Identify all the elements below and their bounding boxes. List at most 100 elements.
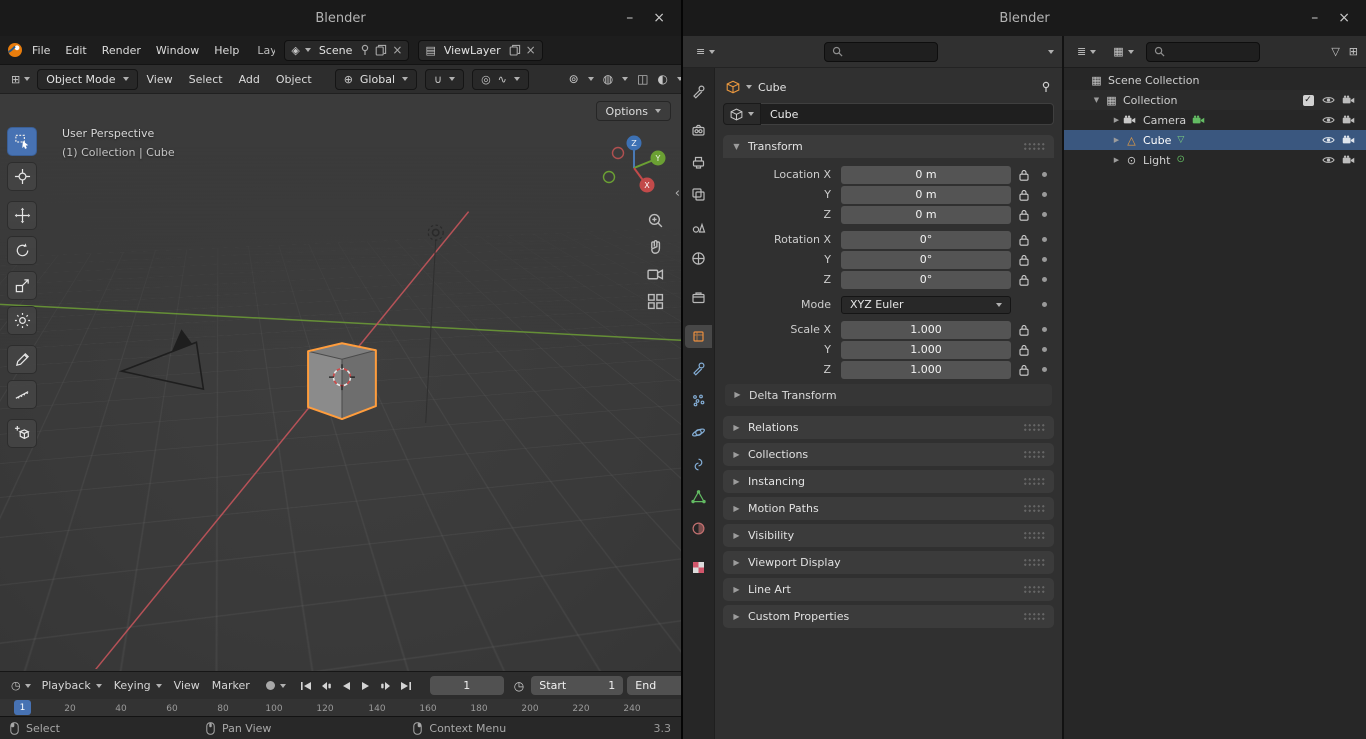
xray-toggle-icon[interactable]: ◫ [637, 73, 648, 85]
workspace-tab-layout[interactable]: Layout [251, 40, 275, 61]
panel-visibility[interactable]: ▶Visibility [723, 524, 1054, 547]
animate-dot[interactable] [1037, 192, 1052, 197]
tool-annotate[interactable] [7, 345, 37, 374]
animate-dot[interactable] [1037, 172, 1052, 177]
minimize-button[interactable]: – [1311, 11, 1318, 25]
tool-measure[interactable] [7, 380, 37, 409]
gizmo-y-negative[interactable] [604, 172, 615, 183]
tool-scale[interactable] [7, 271, 37, 300]
auto-keying-record-icon[interactable] [266, 681, 275, 690]
outliner-search-input[interactable] [1146, 42, 1260, 62]
remove-view-layer-icon[interactable]: × [526, 44, 536, 56]
lock-icon[interactable] [1011, 234, 1037, 246]
animate-dot[interactable] [1037, 212, 1052, 217]
tab-tool[interactable] [685, 80, 712, 103]
animate-dot[interactable] [1037, 237, 1052, 242]
location-x-field[interactable]: 0 m [841, 166, 1011, 184]
menu-select[interactable]: Select [182, 70, 230, 89]
panel-drag-grip[interactable] [1023, 531, 1045, 540]
lock-icon[interactable] [1011, 324, 1037, 336]
menu-help[interactable]: Help [207, 41, 246, 60]
animate-dot[interactable] [1037, 327, 1052, 332]
hide-eye-icon[interactable] [1318, 155, 1338, 165]
show-overlays-icon[interactable]: ◍ [603, 73, 613, 85]
disclosure-closed-icon[interactable]: ▶ [1110, 157, 1123, 164]
pan-hand-icon[interactable] [647, 239, 664, 256]
menu-timeline-view[interactable]: View [168, 676, 206, 695]
cube-object[interactable] [308, 343, 376, 419]
lock-icon[interactable] [1011, 189, 1037, 201]
animate-dot[interactable] [1037, 347, 1052, 352]
new-view-layer-icon[interactable] [509, 44, 521, 56]
scale-x-field[interactable]: 1.000 [841, 321, 1011, 339]
zoom-icon[interactable] [647, 212, 664, 229]
tab-object-data[interactable] [685, 485, 712, 508]
lock-icon[interactable] [1011, 344, 1037, 356]
view-layer-selector[interactable]: ▤ ViewLayer × [418, 40, 542, 61]
tree-row-scene-collection[interactable]: ▦ Scene Collection [1064, 70, 1366, 90]
menu-object[interactable]: Object [269, 70, 319, 89]
next-keyframe-button[interactable] [380, 681, 392, 691]
play-button[interactable] [360, 681, 372, 691]
menu-add[interactable]: Add [232, 70, 267, 89]
panel-custom-properties[interactable]: ▶Custom Properties [723, 605, 1054, 628]
tab-particles[interactable] [685, 389, 712, 412]
new-scene-icon[interactable] [375, 44, 387, 56]
animate-dot[interactable] [1037, 277, 1052, 282]
titlebar[interactable]: Blender – × [0, 0, 681, 36]
previous-keyframe-button[interactable] [320, 681, 332, 691]
tree-label[interactable]: Scene Collection [1108, 74, 1199, 87]
tree-row-cube[interactable]: ▶ △ Cube ▽ [1064, 130, 1366, 150]
tab-view-layer[interactable] [685, 183, 712, 206]
jump-to-start-button[interactable] [300, 681, 312, 691]
rotation-y-field[interactable]: 0° [841, 251, 1011, 269]
disclosure-open-icon[interactable]: ▼ [1090, 97, 1103, 104]
lock-icon[interactable] [1011, 169, 1037, 181]
panel-collections[interactable]: ▶Collections [723, 443, 1054, 466]
minimize-button[interactable]: – [626, 11, 633, 25]
render-visibility-icon[interactable] [1338, 135, 1358, 145]
object-id-selector[interactable] [723, 103, 761, 125]
panel-line-art[interactable]: ▶Line Art [723, 578, 1054, 601]
close-button[interactable]: × [1338, 11, 1350, 25]
panel-relations[interactable]: ▶Relations [723, 416, 1054, 439]
pin-id-icon[interactable] [1041, 81, 1051, 93]
titlebar[interactable]: Blender – × [683, 0, 1366, 36]
transform-orientation-selector[interactable]: ⊕ Global [335, 69, 417, 90]
scene-selector[interactable]: ◈ Scene × [284, 40, 409, 61]
hide-eye-icon[interactable] [1318, 95, 1338, 105]
panel-motion-paths[interactable]: ▶Motion Paths [723, 497, 1054, 520]
frame-end-field[interactable]: End [627, 676, 681, 695]
pin-icon[interactable] [360, 44, 370, 56]
scale-y-field[interactable]: 1.000 [841, 341, 1011, 359]
navigation-gizmo[interactable]: Z Y X [601, 132, 667, 198]
jump-to-end-button[interactable] [400, 681, 412, 691]
panel-drag-grip[interactable] [1023, 477, 1045, 486]
menu-window[interactable]: Window [149, 41, 206, 60]
light-object[interactable] [426, 225, 443, 423]
location-y-field[interactable]: 0 m [841, 186, 1011, 204]
render-visibility-icon[interactable] [1338, 115, 1358, 125]
proportional-editing-controls[interactable]: ◎ ∿ [472, 69, 529, 90]
menu-file[interactable]: File [25, 41, 57, 60]
delta-transform-subpanel[interactable]: ▶ Delta Transform [725, 384, 1052, 406]
editor-type-selector[interactable]: ⊞ [6, 74, 35, 85]
tool-options-button[interactable]: Options [596, 101, 671, 121]
tab-scene[interactable] [685, 215, 712, 238]
menu-view[interactable]: View [140, 70, 180, 89]
disclosure-closed-icon[interactable]: ▶ [1110, 117, 1123, 124]
hide-eye-icon[interactable] [1318, 115, 1338, 125]
unlink-scene-icon[interactable]: × [392, 44, 402, 56]
object-name-field[interactable]: Cube [761, 103, 1054, 125]
camera-view-icon[interactable] [647, 266, 664, 283]
breadcrumb-object-name[interactable]: Cube [758, 81, 786, 94]
lock-icon[interactable] [1011, 209, 1037, 221]
tree-label[interactable]: Collection [1123, 94, 1177, 107]
timeline-editor-type-selector[interactable]: ◷ [6, 680, 36, 691]
scale-z-field[interactable]: 1.000 [841, 361, 1011, 379]
panel-drag-grip[interactable] [1023, 142, 1045, 151]
panel-drag-grip[interactable] [1023, 585, 1045, 594]
rotation-x-field[interactable]: 0° [841, 231, 1011, 249]
tree-label[interactable]: Light [1143, 154, 1170, 167]
blender-logo-icon[interactable] [6, 41, 24, 59]
